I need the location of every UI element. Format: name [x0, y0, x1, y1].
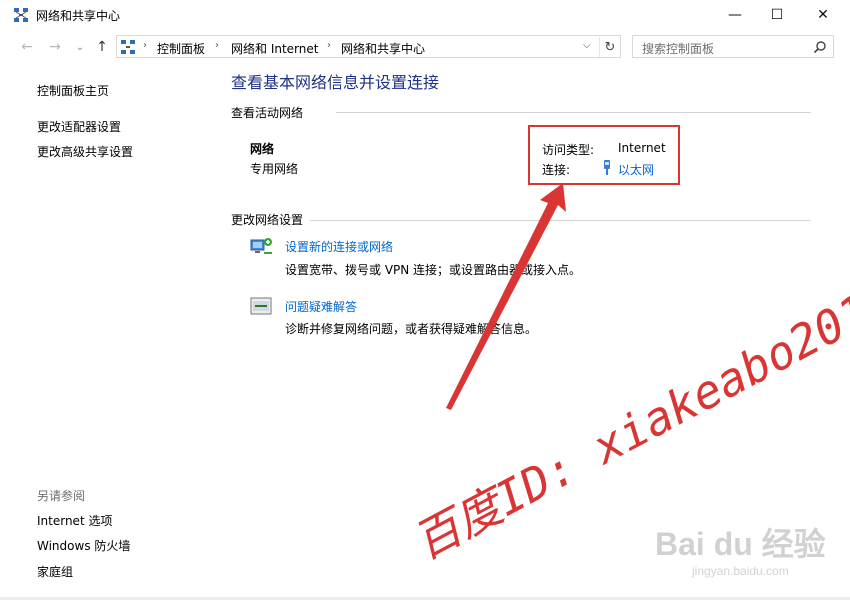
network-setup-icon: [250, 238, 272, 254]
search-placeholder: 搜索控制面板: [642, 42, 715, 56]
main-content: 查看基本网络信息并设置连接 查看活动网络 网络 专用网络 访问类型: Inter…: [222, 62, 850, 600]
troubleshoot-icon: [250, 297, 272, 315]
close-button[interactable]: ✕: [800, 0, 846, 30]
see-also-heading: 另请参阅: [37, 489, 86, 503]
breadcrumb-separator: ›: [215, 40, 219, 51]
control-panel-icon: [121, 40, 135, 54]
sidebar-item-change-advanced-sharing[interactable]: 更改高级共享设置: [37, 143, 133, 160]
section-divider: [336, 112, 811, 113]
address-box[interactable]: › 控制面板 › 网络和 Internet › 网络和共享中心 ⌵ ↻: [116, 35, 621, 58]
breadcrumb-separator: ›: [143, 40, 147, 51]
search-input[interactable]: 搜索控制面板: [632, 35, 834, 58]
network-center-icon: [14, 8, 28, 22]
address-toolbar: ← → ⌄ ↑ › 控制面板 › 网络和 Internet › 网络和共享中心 …: [0, 32, 850, 62]
breadcrumb-network-sharing-center[interactable]: 网络和共享中心: [341, 40, 425, 57]
sidebar-item-windows-firewall[interactable]: Windows 防火墙: [37, 537, 130, 554]
highlight-box: [528, 125, 680, 185]
network-type: 专用网络: [250, 162, 299, 176]
setup-new-connection-link[interactable]: 设置新的连接或网络: [285, 238, 393, 255]
maximize-button[interactable]: ☐: [754, 0, 800, 30]
breadcrumb-control-panel[interactable]: 控制面板: [157, 40, 205, 57]
troubleshoot-desc: 诊断并修复网络问题，或者获得疑难解答信息。: [285, 322, 538, 336]
sidebar-item-control-panel-home[interactable]: 控制面板主页: [37, 82, 109, 99]
sidebar-item-homegroup[interactable]: 家庭组: [37, 563, 73, 580]
active-networks-label: 查看活动网络: [231, 106, 304, 120]
page-title: 查看基本网络信息并设置连接: [231, 73, 440, 92]
search-icon[interactable]: [813, 40, 827, 54]
address-dropdown-icon[interactable]: ⌵: [583, 40, 591, 51]
sidebar-item-internet-options[interactable]: Internet 选项: [37, 512, 112, 529]
refresh-icon[interactable]: ↻: [599, 37, 620, 57]
breadcrumb-separator: ›: [327, 40, 331, 51]
sidebar: 控制面板主页 更改适配器设置 更改高级共享设置 另请参阅 Internet 选项…: [0, 62, 222, 600]
change-settings-label: 更改网络设置: [231, 213, 304, 227]
up-button[interactable]: ↑: [92, 38, 112, 56]
troubleshoot-link[interactable]: 问题疑难解答: [285, 298, 357, 315]
sidebar-item-change-adapter-settings[interactable]: 更改适配器设置: [37, 118, 121, 135]
minimize-button[interactable]: —: [712, 0, 758, 30]
network-name: 网络: [250, 142, 275, 156]
section-divider: [310, 220, 811, 221]
forward-button[interactable]: →: [45, 38, 65, 56]
back-button[interactable]: ←: [17, 38, 37, 56]
title-bar: 网络和共享中心 — ☐ ✕: [0, 0, 850, 30]
breadcrumb-network-internet[interactable]: 网络和 Internet: [231, 40, 318, 57]
recent-locations-chevron-icon[interactable]: ⌄: [70, 38, 90, 56]
window-title: 网络和共享中心: [36, 9, 121, 23]
setup-new-connection-desc: 设置宽带、拨号或 VPN 连接；或设置路由器或接入点。: [285, 263, 582, 277]
